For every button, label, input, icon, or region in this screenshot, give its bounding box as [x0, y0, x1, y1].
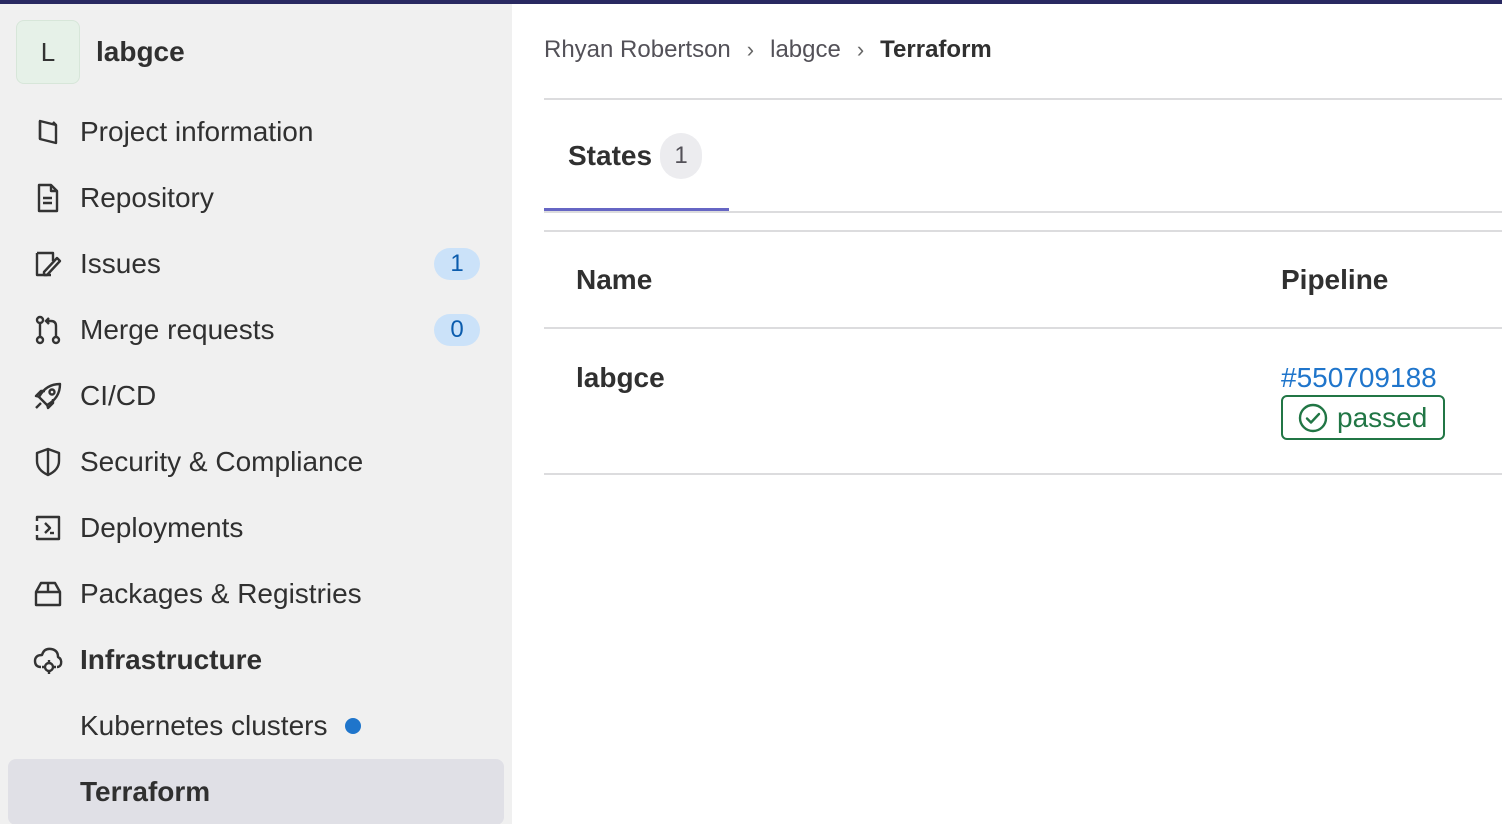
chevron-right-icon: ›: [856, 37, 865, 62]
sidebar-item-label: Merge requests: [80, 314, 275, 345]
sidebar-item-label: CI/CD: [80, 380, 157, 411]
project-information-icon: [32, 116, 64, 148]
project-header[interactable]: L labgce: [16, 20, 185, 84]
cloud-gear-icon: [32, 644, 64, 676]
sidebar-item-packages-registries[interactable]: Packages & Registries: [0, 561, 512, 627]
package-icon: [32, 578, 64, 610]
tab-label: States: [568, 140, 653, 171]
sidebar-item-label: Packages & Registries: [80, 578, 362, 609]
sidebar-item-merge-requests[interactable]: Merge requests 0: [0, 297, 512, 363]
pipeline-status-badge[interactable]: passed: [1281, 395, 1445, 440]
sidebar-item-ci-cd[interactable]: CI/CD: [0, 363, 512, 429]
sidebar-item-label: Terraform: [80, 776, 211, 807]
tab-states[interactable]: States 1: [544, 100, 729, 212]
sidebar-item-terraform[interactable]: Terraform: [8, 759, 504, 824]
breadcrumb-item[interactable]: Rhyan Robertson: [544, 36, 731, 64]
rocket-icon: [32, 380, 64, 412]
merge-requests-count-badge: 0: [434, 314, 480, 346]
tabs-divider: [544, 211, 1502, 213]
new-indicator-dot: [345, 718, 362, 734]
sidebar-item-label: Deployments: [80, 512, 244, 543]
sidebar-item-label: Issues: [80, 248, 161, 279]
column-header-name: Name: [576, 264, 653, 295]
merge-request-icon: [32, 314, 64, 346]
column-header-pipeline: Pipeline: [1281, 264, 1389, 295]
sidebar-item-project-information[interactable]: Project information: [0, 99, 512, 165]
breadcrumb: Rhyan Robertson › labgce › Terraform: [544, 36, 992, 64]
sidebar-item-label: Infrastructure: [80, 644, 263, 675]
project-avatar[interactable]: L: [16, 20, 80, 84]
project-name[interactable]: labgce: [96, 36, 185, 68]
breadcrumb-current[interactable]: Terraform: [880, 36, 992, 64]
sidebar-item-repository[interactable]: Repository: [0, 165, 512, 231]
table-header-divider: [544, 327, 1502, 329]
state-name: labgce: [576, 362, 665, 393]
issues-count-badge: 1: [434, 248, 480, 280]
pipeline-link[interactable]: #550709188: [1281, 362, 1437, 394]
sidebar-item-infrastructure[interactable]: Infrastructure: [0, 627, 512, 693]
sidebar: L labgce Project information Repository: [0, 4, 512, 824]
table-bottom-border: [544, 473, 1502, 475]
deployments-icon: [32, 512, 64, 544]
sidebar-nav: Project information Repository Issues 1: [0, 99, 512, 824]
sidebar-item-security-compliance[interactable]: Security & Compliance: [0, 429, 512, 495]
sidebar-item-issues[interactable]: Issues 1: [0, 231, 512, 297]
check-circle-icon: [1297, 402, 1337, 434]
document-icon: [32, 182, 64, 214]
sidebar-item-label: Repository: [80, 182, 214, 213]
table-top-border: [544, 230, 1502, 232]
sidebar-item-label: Project information: [80, 116, 314, 147]
issues-icon: [32, 248, 64, 280]
sidebar-item-kubernetes-clusters[interactable]: Kubernetes clusters: [0, 693, 512, 759]
sidebar-item-label: Security & Compliance: [80, 446, 364, 477]
status-label: passed: [1337, 401, 1428, 433]
sidebar-item-deployments[interactable]: Deployments: [0, 495, 512, 561]
sidebar-item-label: Kubernetes clusters: [80, 710, 328, 741]
shield-icon: [32, 446, 64, 478]
tab-count-badge: 1: [660, 133, 703, 179]
breadcrumb-item[interactable]: labgce: [770, 36, 841, 64]
chevron-right-icon: ›: [746, 37, 755, 62]
